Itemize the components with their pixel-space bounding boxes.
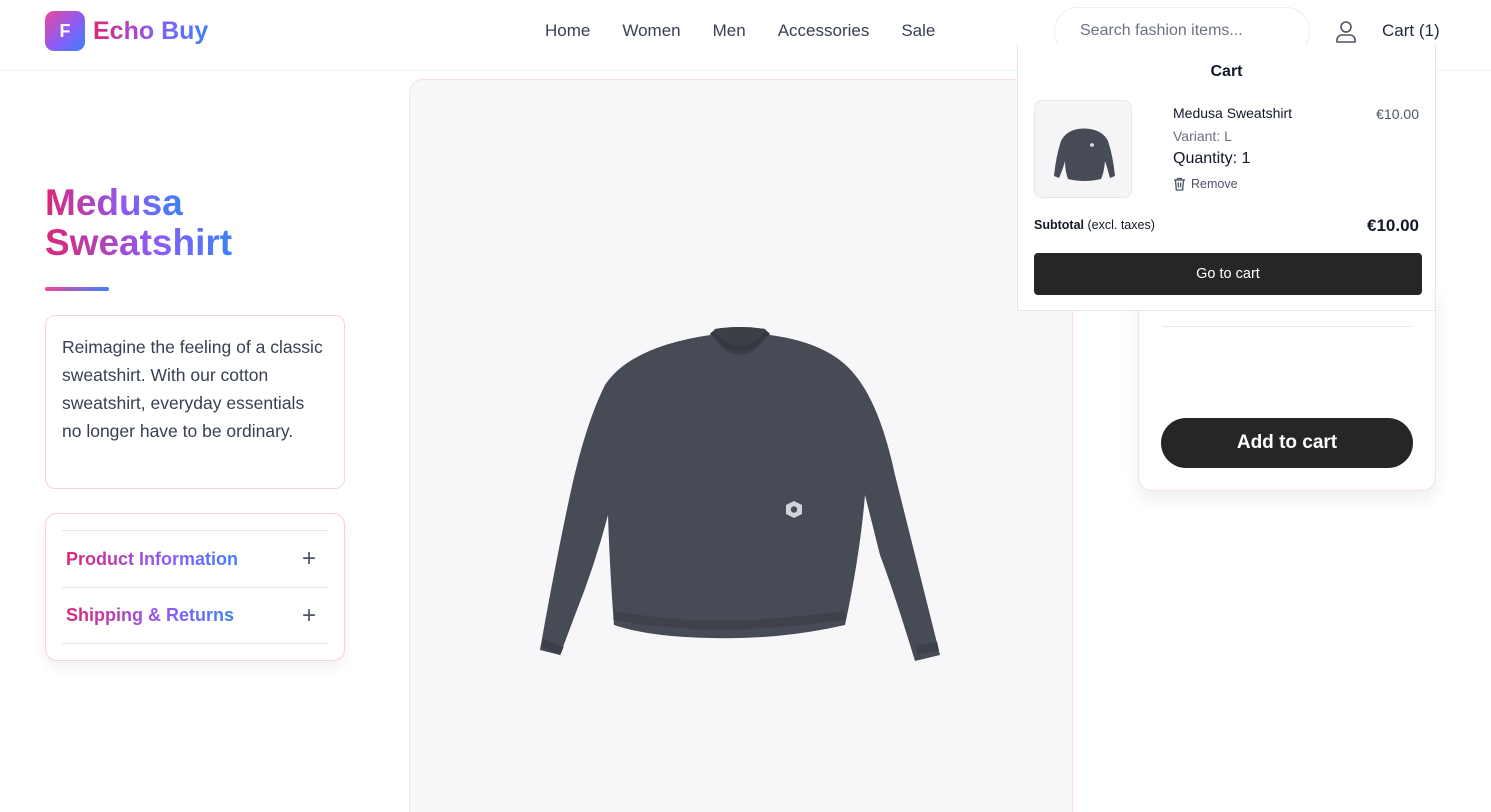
accordion-label: Shipping & Returns xyxy=(66,605,234,625)
description-card: Reimagine the feeling of a classic sweat… xyxy=(45,315,345,489)
main-nav: Home Women Men Accessories Sale xyxy=(545,21,935,41)
accordion-shipping-returns[interactable]: Shipping & Returns + xyxy=(62,587,328,644)
subtotal-label: Subtotal (excl. taxes) xyxy=(1034,218,1155,232)
cart-dropdown: Cart Medusa Sweatshirt €10.00 Variant: L… xyxy=(1017,44,1436,311)
cart-item-variant: Variant: L xyxy=(1173,128,1232,144)
cart-item-price: €10.00 xyxy=(1376,106,1419,122)
subtotal-note: (excl. taxes) xyxy=(1087,218,1155,232)
product-title: Medusa Sweatshirt xyxy=(45,183,232,263)
cart-item-quantity: Quantity: 1 xyxy=(1173,150,1251,167)
accordion-product-information[interactable]: Product Information + xyxy=(62,530,328,587)
plus-icon[interactable]: + xyxy=(302,603,316,628)
nav-accessories[interactable]: Accessories xyxy=(778,21,870,41)
brand-name: Echo Buy xyxy=(93,16,209,45)
remove-label: Remove xyxy=(1191,177,1238,191)
plus-icon[interactable]: + xyxy=(302,547,316,571)
cart-item-name[interactable]: Medusa Sweatshirt xyxy=(1173,105,1292,121)
accordion-label: Product Information xyxy=(66,548,238,569)
divider xyxy=(1162,326,1412,327)
product-title-line1: Medusa xyxy=(45,182,183,223)
sweatshirt-image xyxy=(540,327,940,661)
subtotal-title: Subtotal xyxy=(1034,218,1084,232)
title-underline xyxy=(45,287,109,291)
cart-link[interactable]: Cart (1) xyxy=(1382,21,1440,41)
cart-item-thumbnail[interactable] xyxy=(1034,100,1132,198)
nav-sale[interactable]: Sale xyxy=(901,21,935,41)
nav-women[interactable]: Women xyxy=(622,21,680,41)
product-image-panel xyxy=(409,79,1073,812)
logo-badge: F xyxy=(45,11,85,51)
logo[interactable]: F Echo Buy xyxy=(45,11,208,51)
accordion-card: Product Information + Shipping & Returns… xyxy=(45,513,345,661)
nav-men[interactable]: Men xyxy=(713,21,746,41)
product-title-line2: Sweatshirt xyxy=(45,222,233,263)
purchase-card: Add to cart xyxy=(1138,280,1436,491)
add-to-cart-button[interactable]: Add to cart xyxy=(1161,418,1413,468)
remove-button[interactable]: Remove xyxy=(1173,177,1238,191)
user-icon[interactable] xyxy=(1335,20,1357,44)
subtotal-value: €10.00 xyxy=(1367,216,1419,235)
cart-dropdown-title: Cart xyxy=(1210,63,1243,80)
sweatshirt-thumbnail-image xyxy=(1054,128,1115,181)
nav-home[interactable]: Home xyxy=(545,21,590,41)
go-to-cart-button[interactable]: Go to cart xyxy=(1034,253,1422,295)
product-description: Reimagine the feeling of a classic sweat… xyxy=(62,337,323,441)
trash-icon xyxy=(1174,177,1185,191)
